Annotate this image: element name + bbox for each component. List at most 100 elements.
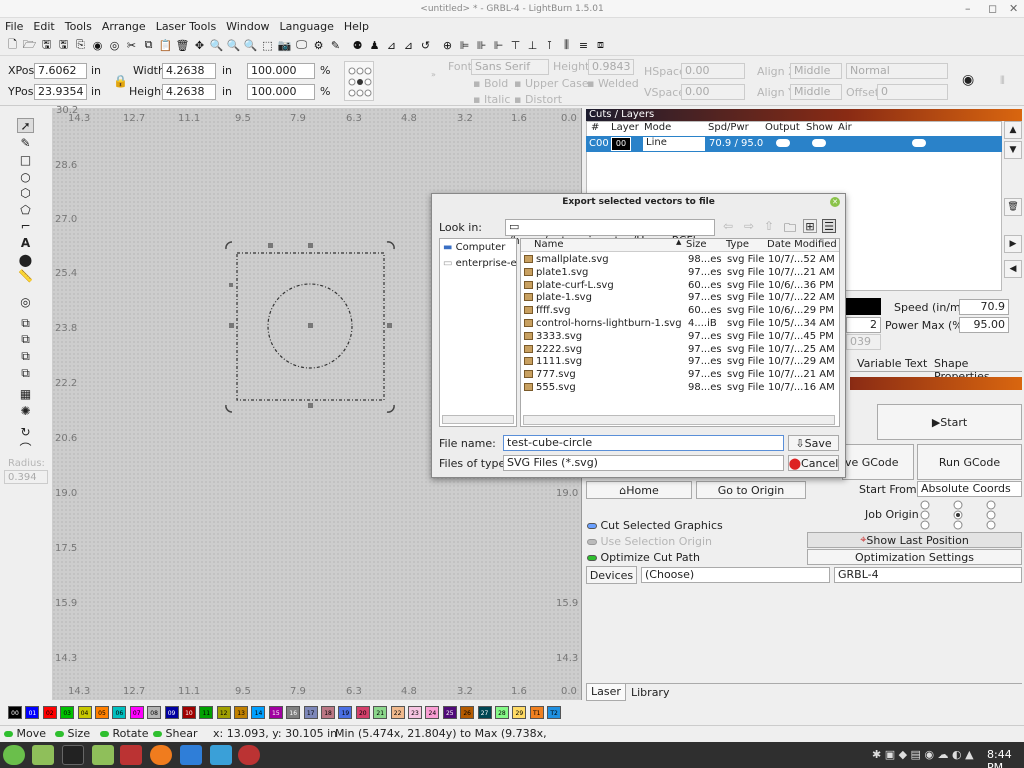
color-settings-icon[interactable]: ◎	[106, 37, 123, 54]
text-tool-icon[interactable]: A	[17, 235, 34, 250]
person-icon[interactable]: ♟	[366, 37, 383, 54]
menu-window[interactable]: Window	[221, 18, 274, 35]
firefox-icon[interactable]	[150, 745, 172, 765]
settings-icon[interactable]: ⚙	[310, 37, 327, 54]
palette-swatch[interactable]: 10	[181, 706, 196, 719]
rotate-icon[interactable]: ↺	[417, 37, 434, 54]
panel-left-arrow-icon[interactable]: ◀	[1004, 260, 1022, 278]
app-icon[interactable]	[238, 745, 260, 765]
layer-color-swatch[interactable]	[846, 298, 881, 315]
files-icon[interactable]	[32, 745, 54, 765]
sidebar-scrollbar[interactable]	[442, 415, 514, 424]
start-menu-icon[interactable]	[3, 745, 25, 765]
menu-language[interactable]: Language	[275, 18, 339, 35]
menu-file[interactable]: File	[0, 18, 28, 35]
bold-checkbox[interactable]: ▪ Bold	[473, 77, 508, 90]
home-button[interactable]: ⌂ Home	[586, 481, 692, 499]
layer-color[interactable]: 00	[611, 137, 631, 151]
palette-swatch[interactable]: 02	[42, 706, 57, 719]
new-folder-icon[interactable]: 🗀	[784, 219, 796, 240]
menu-help[interactable]: Help	[339, 18, 374, 35]
trash-icon[interactable]: 🗑	[1004, 198, 1022, 216]
detail-view-icon[interactable]: ☰	[822, 219, 836, 233]
zoom-in-icon[interactable]: 🔍	[208, 37, 225, 54]
rotate-shape-icon[interactable]: ↻	[17, 424, 34, 439]
eye-icon[interactable]: ◉	[962, 72, 974, 88]
import-icon[interactable]: ⎘	[72, 37, 89, 54]
camera-icon[interactable]: 📷	[276, 37, 293, 54]
move-layer-up-icon[interactable]: ▲	[1004, 121, 1022, 139]
show-toggle[interactable]	[812, 139, 826, 147]
paste-icon[interactable]: 📋	[157, 37, 174, 54]
col-date[interactable]: Date Modified	[767, 239, 837, 250]
speed-field[interactable]: 70.9	[959, 299, 1009, 315]
tab-laser[interactable]: Laser	[586, 684, 626, 701]
zoom-fit-icon[interactable]: 🔍	[242, 37, 259, 54]
cut-icon[interactable]: ✂	[123, 37, 140, 54]
palette-swatch[interactable]: 13	[234, 706, 249, 719]
palette-swatch[interactable]: 03	[60, 706, 75, 719]
file-row[interactable]: 3333.svg 97...es svg File 10/7/...45 PM	[521, 330, 839, 343]
monitor-icon[interactable]: 🖵	[293, 37, 310, 54]
select-tool-icon[interactable]: ➚	[17, 118, 34, 133]
height-field[interactable]: 4.2638	[162, 84, 216, 100]
dialog-close-icon[interactable]: ✕	[830, 197, 840, 207]
palette-swatch[interactable]: 19	[338, 706, 353, 719]
radius-field[interactable]: 0.394	[4, 470, 48, 484]
ypos-field[interactable]: 23.9354	[34, 84, 87, 100]
place-computer[interactable]: ▬ Computer	[443, 242, 505, 253]
lock-icon[interactable]: 🔒	[113, 74, 128, 88]
normal-select[interactable]: Normal	[846, 63, 948, 79]
tab-library[interactable]: Library	[631, 686, 669, 699]
ruler-icon[interactable]: ✎	[327, 37, 344, 54]
app-c-icon[interactable]	[180, 745, 202, 765]
use-selection-origin-checkbox[interactable]: Use Selection Origin	[587, 535, 712, 548]
distribute-h-icon[interactable]: ⫼	[558, 37, 575, 54]
back-icon[interactable]: ⇦	[723, 219, 733, 233]
align-left-icon[interactable]: ⊫	[456, 37, 473, 54]
palette-swatch[interactable]: 17	[303, 706, 318, 719]
move-layer-down-icon[interactable]: ▼	[1004, 141, 1022, 159]
output-toggle[interactable]	[776, 139, 790, 147]
distort-checkbox[interactable]: ▪ Distort	[514, 93, 562, 106]
maximize-icon[interactable]: ◻	[988, 2, 997, 15]
lightburn-icon[interactable]	[120, 745, 142, 765]
passes-field[interactable]: 2	[846, 317, 881, 333]
menu-edit[interactable]: Edit	[28, 18, 59, 35]
palette-swatch[interactable]: 00	[8, 706, 22, 719]
grid-array-icon[interactable]: ▦	[17, 386, 34, 401]
file-type-select[interactable]: SVG Files (*.svg)	[503, 455, 784, 471]
font-height-field[interactable]: 0.9843	[588, 59, 634, 75]
file-row[interactable]: 2222.svg 97...es svg File 10/7/...25 AM	[521, 343, 839, 356]
palette-swatch[interactable]: 20	[355, 706, 370, 719]
align-top-icon[interactable]: ⊤	[507, 37, 524, 54]
power-field[interactable]: 95.00	[959, 317, 1009, 333]
start-button[interactable]: ▶ Start	[877, 404, 1022, 440]
move-mode[interactable]: Move	[4, 727, 46, 740]
palette-swatch[interactable]: 18	[321, 706, 336, 719]
move-icon[interactable]: ✥	[191, 37, 208, 54]
subtract-tool-icon[interactable]: ⧉	[17, 349, 34, 364]
palette-swatch[interactable]: 28	[494, 706, 509, 719]
align-middle-icon[interactable]: ⊥	[524, 37, 541, 54]
file-name-field[interactable]: test-cube-circle	[503, 435, 784, 451]
place-home[interactable]: ▭ enterprise-e	[443, 258, 517, 269]
cancel-button[interactable]: ⬤ Cancel	[788, 455, 839, 471]
align-y-select[interactable]: Middle	[790, 84, 842, 100]
hspace-field[interactable]: 0.00	[681, 63, 745, 79]
intersect-tool-icon[interactable]: ⧉	[17, 366, 34, 381]
file-list-scrollbar[interactable]	[521, 414, 839, 427]
palette-swatch[interactable]: 25	[442, 706, 457, 719]
layer-row[interactable]: C00 00 Line 70.9 / 95.0	[586, 136, 1002, 152]
selected-shapes[interactable]	[217, 235, 402, 420]
palette-swatch[interactable]: 29	[512, 706, 527, 719]
palette-swatch[interactable]: T2	[547, 706, 562, 719]
palette-swatch[interactable]: 06	[112, 706, 127, 719]
palette-swatch[interactable]: 05	[94, 706, 109, 719]
file-row[interactable]: plate-curf-L.svg 60...es svg File 10/6/.…	[521, 279, 839, 292]
job-origin-selector[interactable]	[918, 500, 998, 530]
align-center-icon[interactable]: ⊪	[473, 37, 490, 54]
file-row[interactable]: plate-1.svg 97...es svg File 10/7/...22 …	[521, 291, 839, 304]
minimize-icon[interactable]: –	[965, 2, 971, 15]
weld-tool-icon[interactable]: ⧉	[17, 316, 34, 331]
